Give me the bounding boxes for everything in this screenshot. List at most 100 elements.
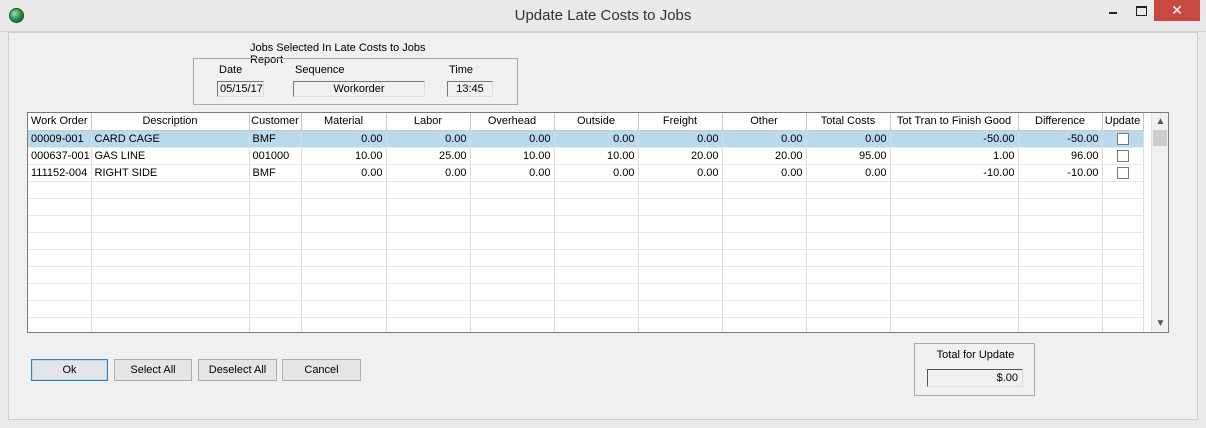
column-header-total-costs[interactable]: Total Costs [806,113,891,131]
empty-cell [554,283,639,301]
date-label: Date [219,64,243,76]
empty-row [28,317,1144,332]
select-all-button[interactable]: Select All [114,359,192,381]
cell-freight: 0.00 [638,164,723,182]
jobs-grid[interactable]: Work Order Description Customer Material Lab… [27,112,1169,333]
table-row[interactable]: 000637-001 GAS LINE 001000 10.00 25.00 10.00 1… [28,147,1144,165]
jobs-table: Work Order Description Customer Material Lab… [28,113,1144,332]
empty-cell [301,249,387,267]
empty-cell [1102,232,1144,250]
empty-row [28,181,1144,199]
empty-row [28,198,1144,216]
empty-cell [28,283,92,301]
empty-cell [28,198,92,216]
close-button[interactable]: ✕ [1154,0,1200,21]
empty-cell [806,181,891,199]
column-header-tot-tran[interactable]: Tot Tran to Finish Good [890,113,1019,131]
scroll-thumb[interactable] [1153,130,1167,146]
empty-cell [638,215,723,233]
empty-cell [386,317,471,332]
column-header-other[interactable]: Other [722,113,807,131]
update-checkbox[interactable] [1116,132,1129,145]
update-checkbox[interactable] [1116,166,1129,179]
column-header-description[interactable]: Description [91,113,250,131]
cell-difference: -50.00 [1018,130,1103,148]
ok-button[interactable]: Ok [31,359,108,381]
empty-cell [91,300,250,318]
empty-cell [1102,181,1144,199]
column-header-customer[interactable]: Customer [249,113,302,131]
total-value-field: $.00 [927,369,1023,387]
empty-cell [91,198,250,216]
maximize-button[interactable] [1127,0,1153,21]
empty-cell [554,249,639,267]
empty-cell [301,300,387,318]
empty-cell [1018,215,1103,233]
empty-cell [638,317,723,332]
empty-cell [806,300,891,318]
vertical-scrollbar[interactable]: ▲ ▼ [1151,113,1168,332]
deselect-all-button[interactable]: Deselect All [198,359,277,381]
empty-cell [638,181,723,199]
column-header-material[interactable]: Material [301,113,387,131]
date-field: 05/15/17 [217,81,264,97]
empty-cell [386,215,471,233]
column-header-overhead[interactable]: Overhead [470,113,555,131]
sequence-field: Workorder [293,81,425,97]
empty-cell [1102,198,1144,216]
empty-cell [722,283,807,301]
empty-cell [470,181,555,199]
empty-cell [890,215,1019,233]
empty-cell [806,317,891,332]
empty-cell [28,232,92,250]
empty-cell [301,215,387,233]
empty-cell [890,317,1019,332]
empty-cell [554,317,639,332]
empty-cell [249,317,302,332]
empty-cell [301,232,387,250]
table-row[interactable]: 00009-001 CARD CAGE BMF 0.00 0.00 0.00 0.00 0.0… [28,130,1144,148]
title-bar: Update Late Costs to Jobs ✕ [0,0,1206,32]
cell-customer: 001000 [249,147,302,165]
cell-total-costs: 95.00 [806,147,891,165]
empty-row [28,232,1144,250]
update-checkbox[interactable] [1116,149,1129,162]
empty-cell [1018,283,1103,301]
empty-cell [638,249,723,267]
cell-tot-tran: -10.00 [890,164,1019,182]
total-groupbox: Total for Update $.00 [914,343,1035,396]
empty-cell [386,300,471,318]
empty-cell [1018,266,1103,284]
empty-cell [301,198,387,216]
cancel-button[interactable]: Cancel [282,359,361,381]
cell-overhead: 10.00 [470,147,555,165]
empty-cell [638,300,723,318]
sequence-label: Sequence [295,64,345,76]
column-header-work-order[interactable]: Work Order [28,113,92,131]
empty-cell [91,266,250,284]
column-header-difference[interactable]: Difference [1018,113,1103,131]
table-row[interactable]: 111152-004 RIGHT SIDE BMF 0.00 0.00 0.00 0.00 0… [28,164,1144,182]
empty-cell [470,215,555,233]
cell-description: CARD CAGE [91,130,250,148]
empty-cell [386,232,471,250]
cell-total-costs: 0.00 [806,164,891,182]
cell-tot-tran: -50.00 [890,130,1019,148]
scroll-up-icon[interactable]: ▲ [1152,114,1168,129]
column-header-update[interactable]: Update [1102,113,1144,131]
cell-customer: BMF [249,130,302,148]
empty-cell [470,249,555,267]
column-header-freight[interactable]: Freight [638,113,723,131]
column-header-outside[interactable]: Outside [554,113,639,131]
empty-cell [638,198,723,216]
empty-cell [638,283,723,301]
column-header-labor[interactable]: Labor [386,113,471,131]
empty-cell [470,232,555,250]
empty-cell [1102,215,1144,233]
empty-cell [386,249,471,267]
minimize-button[interactable] [1098,0,1126,21]
cell-difference: 96.00 [1018,147,1103,165]
scroll-down-icon[interactable]: ▼ [1152,316,1168,331]
empty-cell [470,266,555,284]
empty-cell [301,283,387,301]
